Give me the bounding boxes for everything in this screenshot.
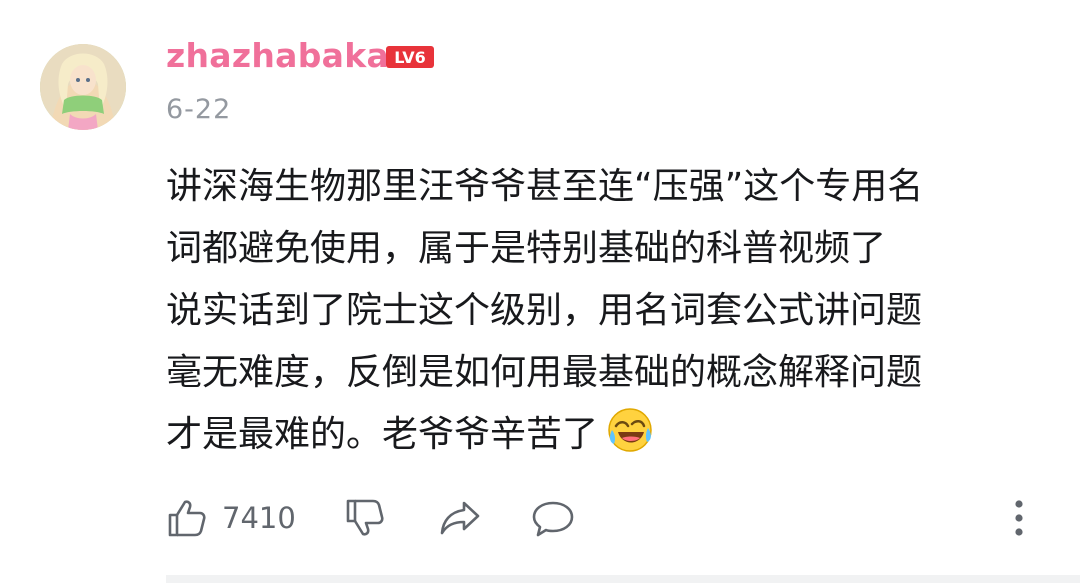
level-badge-label: LV6 bbox=[394, 48, 426, 67]
thumbs-up-icon bbox=[168, 500, 206, 537]
more-options-button[interactable] bbox=[1004, 496, 1034, 540]
comment-date: 6-22 bbox=[166, 94, 232, 125]
like-button[interactable]: 7410 bbox=[166, 492, 296, 544]
username[interactable]: zhazhabaka bbox=[166, 34, 389, 78]
content-line-5-text: 才是最难的。老爷爷辛苦了 bbox=[166, 414, 599, 455]
dislike-button[interactable] bbox=[344, 492, 386, 544]
content-line-4: 毫无难度，反倒是如何用最基础的概念解释问题 bbox=[166, 352, 923, 393]
share-button[interactable] bbox=[438, 492, 482, 544]
content-line-2: 词都避免使用，属于是特别基础的科普视频了 bbox=[166, 228, 887, 269]
share-arrow-icon bbox=[440, 501, 480, 535]
like-count: 7410 bbox=[222, 501, 296, 535]
content-line-1: 讲深海生物那里汪爷爷甚至连“压强”这个专用名 bbox=[166, 166, 924, 207]
thumbs-down-icon bbox=[346, 499, 384, 536]
level-badge-icon: LV6 bbox=[386, 46, 434, 68]
comment-actions: 7410 bbox=[166, 492, 1046, 544]
laughing-crying-emoji-icon bbox=[606, 406, 654, 454]
divider bbox=[166, 575, 1080, 583]
reply-button[interactable] bbox=[530, 492, 576, 544]
avatar[interactable] bbox=[40, 44, 126, 130]
speech-bubble-icon bbox=[532, 501, 574, 537]
content-line-5: 才是最难的。老爷爷辛苦了 bbox=[166, 404, 1046, 466]
avatar-image bbox=[40, 44, 126, 130]
content-line-3: 说实话到了院士这个级别，用名词套公式讲问题 bbox=[166, 290, 923, 331]
comment-content: 讲深海生物那里汪爷爷甚至连“压强”这个专用名 词都避免使用，属于是特别基础的科普… bbox=[166, 156, 1046, 466]
comment-card: zhazhabaka LV6 6-22 讲深海生物那里汪爷爷甚至连“压强”这个专… bbox=[0, 0, 1080, 583]
level-badge: LV6 bbox=[385, 45, 435, 69]
vertical-dots-icon bbox=[1015, 500, 1023, 536]
